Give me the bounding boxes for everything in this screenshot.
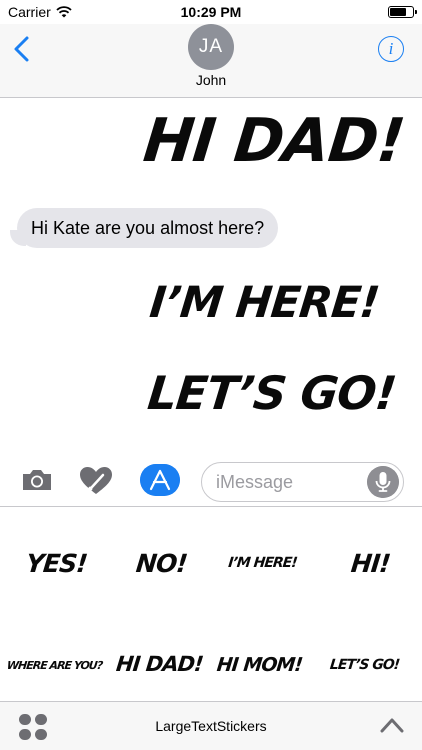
imessage-placeholder: iMessage [216, 472, 294, 492]
status-time: 10:29 PM [180, 4, 242, 20]
drawer-sticker-im-here[interactable]: I’M HERE! [209, 555, 316, 571]
app-store-icon[interactable] [140, 464, 180, 496]
app-drawer-bar: LargeTextStickers [0, 701, 422, 750]
status-bar: Carrier 10:29 PM [0, 0, 422, 24]
drawer-sticker-lets-go[interactable]: LET’S GO! [311, 657, 418, 673]
contact-name[interactable]: John [0, 72, 422, 88]
message-input-bar: iMessage [0, 452, 422, 506]
chevron-up-icon[interactable] [380, 716, 404, 734]
drawer-sticker-yes[interactable]: YES! [2, 549, 110, 578]
imessage-input[interactable]: iMessage [201, 462, 404, 502]
sticker-drawer: YES! NO! I’M HERE! HI! WHERE ARE YOU? HI… [0, 506, 422, 701]
heart-icon[interactable] [79, 466, 113, 496]
sent-sticker-lets-go[interactable]: LET’S GO! [145, 366, 398, 420]
drawer-sticker-hi-mom[interactable]: HI MOM! [206, 654, 313, 676]
drawer-sticker-where-are-you[interactable]: WHERE ARE YOU? [1, 659, 107, 672]
info-icon[interactable]: i [378, 36, 404, 62]
message-thread: HI DAD! Hi Kate are you almost here? I’M… [0, 98, 422, 448]
app-name: LargeTextStickers [155, 718, 267, 734]
messages-screen: Carrier 10:29 PM JA John i HI DAD! Hi Ka… [0, 0, 422, 750]
drawer-sticker-no[interactable]: NO! [107, 549, 215, 578]
drawer-sticker-hi[interactable]: HI! [316, 549, 422, 578]
battery-icon [388, 6, 417, 18]
camera-icon[interactable] [20, 467, 54, 493]
microphone-icon[interactable] [367, 466, 399, 498]
drawer-sticker-hi-dad[interactable]: HI DAD! [106, 652, 214, 676]
sent-sticker-hi-dad[interactable]: HI DAD! [140, 106, 407, 176]
sent-sticker-im-here[interactable]: I’M HERE! [147, 278, 381, 328]
received-message-bubble[interactable]: Hi Kate are you almost here? [17, 208, 279, 248]
conversation-header: JA John i [0, 24, 422, 98]
contact-avatar[interactable]: JA [188, 24, 234, 70]
chevron-left-icon[interactable] [10, 34, 34, 64]
